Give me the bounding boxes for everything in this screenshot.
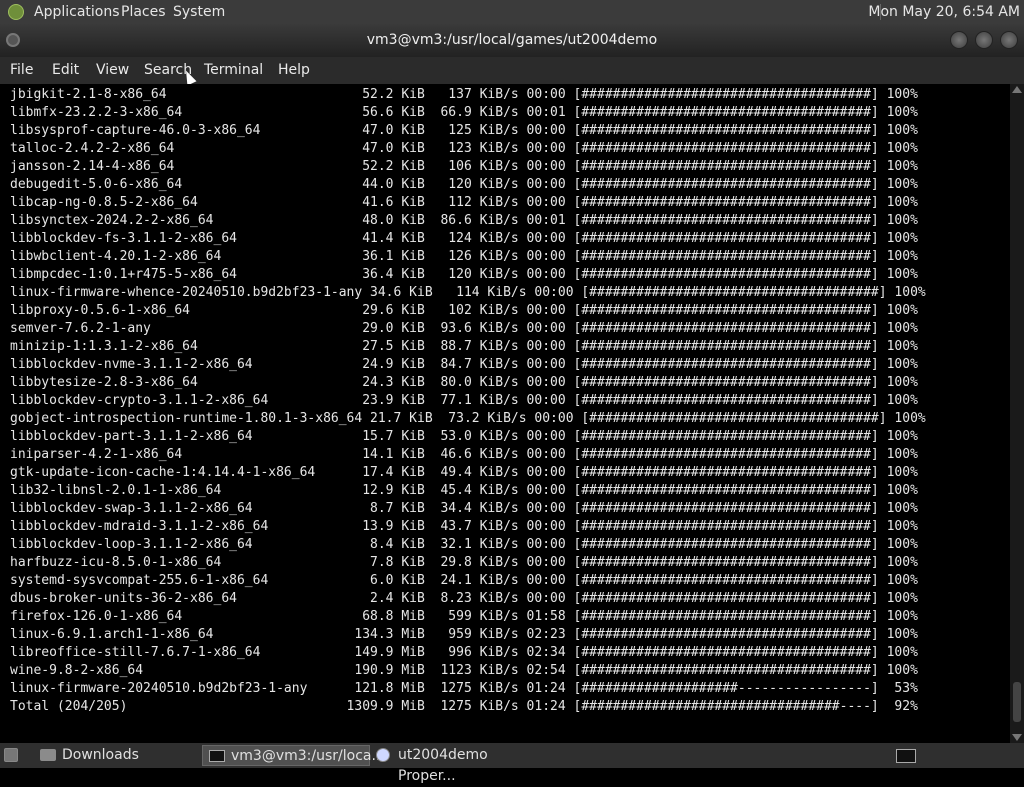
- terminal-line: linux-6.9.1.arch1-1-x86_64 134.3 MiB 959…: [10, 627, 918, 642]
- terminal-line: libblockdev-crypto-3.1.1-2-x86_64 23.9 K…: [10, 393, 918, 408]
- bottom-taskbar: Downloads vm3@vm3:/usr/loca... ut2004dem…: [0, 743, 1024, 784]
- folder-icon: [40, 749, 56, 761]
- terminal-line: Total (204/205) 1309.9 MiB 1275 KiB/s 01…: [10, 699, 918, 714]
- terminal-line: libblockdev-swap-3.1.1-2-x86_64 8.7 KiB …: [10, 501, 918, 516]
- menu-system[interactable]: System: [173, 4, 225, 20]
- menu-applications[interactable]: Applications: [34, 4, 120, 20]
- applications-logo-icon[interactable]: [8, 4, 24, 20]
- scroll-thumb[interactable]: [1013, 682, 1021, 722]
- terminal-line: gtk-update-icon-cache-1:4.14.4-1-x86_64 …: [10, 465, 918, 480]
- terminal-line: libblockdev-nvme-3.1.1-2-x86_64 24.9 KiB…: [10, 357, 918, 372]
- terminal-line: libblockdev-mdraid-3.1.1-2-x86_64 13.9 K…: [10, 519, 918, 534]
- terminal-line: libsynctex-2024.2-2-x86_64 48.0 KiB 86.6…: [10, 213, 918, 228]
- menu-view[interactable]: View: [96, 61, 129, 79]
- terminal-line: gobject-introspection-runtime-1.80.1-3-x…: [10, 411, 926, 426]
- terminal-line: linux-firmware-whence-20240510.b9d2bf23-…: [10, 285, 926, 300]
- menu-places[interactable]: Places: [121, 4, 166, 20]
- window-titlebar[interactable]: vm3@vm3:/usr/local/games/ut2004demo: [0, 24, 1024, 57]
- show-desktop-icon[interactable]: [4, 748, 18, 762]
- menu-terminal[interactable]: Terminal: [204, 61, 263, 79]
- taskbar-label: ut2004demo Proper...: [398, 747, 488, 784]
- disc-icon: [376, 748, 390, 762]
- taskbar-item-downloads[interactable]: Downloads: [36, 745, 196, 766]
- terminal-area[interactable]: jbigkit-2.1-8-x86_64 52.2 KiB 137 KiB/s …: [0, 84, 1024, 743]
- terminal-line: iniparser-4.2-1-x86_64 14.1 KiB 46.6 KiB…: [10, 447, 918, 462]
- scroll-down-icon[interactable]: [1012, 734, 1022, 741]
- terminal-line: jansson-2.14-4-x86_64 52.2 KiB 106 KiB/s…: [10, 159, 918, 174]
- terminal-line: libcap-ng-0.8.5-2-x86_64 41.6 KiB 112 Ki…: [10, 195, 918, 210]
- workspace-switcher-icon[interactable]: [896, 749, 916, 763]
- terminal-scrollbar[interactable]: [1010, 84, 1024, 743]
- terminal-line: debugedit-5.0-6-x86_64 44.0 KiB 120 KiB/…: [10, 177, 918, 192]
- terminal-line: minizip-1:1.3.1-2-x86_64 27.5 KiB 88.7 K…: [10, 339, 918, 354]
- terminal-line: libblockdev-part-3.1.1-2-x86_64 15.7 KiB…: [10, 429, 918, 444]
- terminal-output: jbigkit-2.1-8-x86_64 52.2 KiB 137 KiB/s …: [10, 86, 926, 716]
- terminal-line: harfbuzz-icu-8.5.0-1-x86_64 7.8 KiB 29.8…: [10, 555, 918, 570]
- terminal-line: libwbclient-4.20.1-2-x86_64 36.1 KiB 126…: [10, 249, 918, 264]
- close-button[interactable]: [1000, 31, 1018, 49]
- terminal-icon: [209, 750, 225, 762]
- maximize-button[interactable]: [975, 31, 993, 49]
- terminal-line: lib32-libnsl-2.0.1-1-x86_64 12.9 KiB 45.…: [10, 483, 918, 498]
- clock[interactable]: Mon May 20, 6:54 AM: [868, 4, 1020, 20]
- terminal-line: dbus-broker-units-36-2-x86_64 2.4 KiB 8.…: [10, 591, 918, 606]
- terminal-line: wine-9.8-2-x86_64 190.9 MiB 1123 KiB/s 0…: [10, 663, 918, 678]
- menu-file[interactable]: File: [10, 61, 33, 79]
- taskbar-item-terminal[interactable]: vm3@vm3:/usr/loca...: [202, 745, 385, 766]
- terminal-line: jbigkit-2.1-8-x86_64 52.2 KiB 137 KiB/s …: [10, 87, 918, 102]
- terminal-line: talloc-2.4.2-2-x86_64 47.0 KiB 123 KiB/s…: [10, 141, 918, 156]
- terminal-line: libblockdev-loop-3.1.1-2-x86_64 8.4 KiB …: [10, 537, 918, 552]
- scroll-up-icon[interactable]: [1012, 86, 1022, 93]
- terminal-line: libsysprof-capture-46.0-3-x86_64 47.0 Ki…: [10, 123, 918, 138]
- terminal-line: linux-firmware-20240510.b9d2bf23-1-any 1…: [10, 681, 918, 696]
- terminal-menubar: File Edit View Search Terminal Help: [0, 57, 1024, 84]
- terminal-line: libblockdev-fs-3.1.1-2-x86_64 41.4 KiB 1…: [10, 231, 918, 246]
- terminal-line: libbytesize-2.8-3-x86_64 24.3 KiB 80.0 K…: [10, 375, 918, 390]
- terminal-line: libproxy-0.5.6-1-x86_64 29.6 KiB 102 KiB…: [10, 303, 918, 318]
- taskbar-item-properties[interactable]: ut2004demo Proper...: [372, 745, 542, 784]
- minimize-button[interactable]: [950, 31, 968, 49]
- menu-help[interactable]: Help: [278, 61, 310, 79]
- taskbar-label: vm3@vm3:/usr/loca...: [231, 748, 385, 764]
- top-panel: Applications Places System Mon May 20, 6…: [0, 0, 1024, 24]
- terminal-line: libmpcdec-1:0.1+r475-5-x86_64 36.4 KiB 1…: [10, 267, 918, 282]
- terminal-line: firefox-126.0-1-x86_64 68.8 MiB 599 KiB/…: [10, 609, 918, 624]
- terminal-line: systemd-sysvcompat-255.6-1-x86_64 6.0 Ki…: [10, 573, 918, 588]
- window-title: vm3@vm3:/usr/local/games/ut2004demo: [366, 32, 658, 48]
- terminal-line: libmfx-23.2.2-3-x86_64 56.6 KiB 66.9 KiB…: [10, 105, 918, 120]
- menu-edit[interactable]: Edit: [52, 61, 79, 79]
- terminal-line: libreoffice-still-7.6.7-1-x86_64 149.9 M…: [10, 645, 918, 660]
- terminal-line: semver-7.6.2-1-any 29.0 KiB 93.6 KiB/s 0…: [10, 321, 918, 336]
- taskbar-label: Downloads: [62, 747, 139, 763]
